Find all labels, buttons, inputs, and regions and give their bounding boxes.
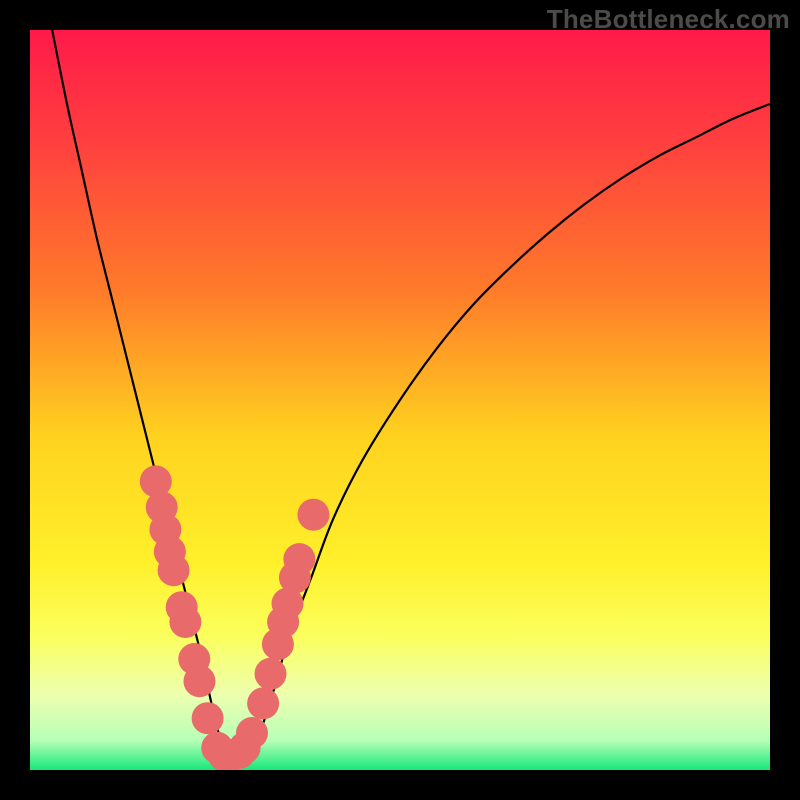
data-marker <box>192 702 224 734</box>
plot-area <box>30 30 770 770</box>
data-marker <box>297 499 329 531</box>
outer-frame: TheBottleneck.com <box>0 0 800 800</box>
data-marker <box>247 687 279 719</box>
data-marker <box>255 658 287 690</box>
data-marker <box>169 606 201 638</box>
chart-svg <box>30 30 770 770</box>
data-marker <box>283 543 315 575</box>
data-marker <box>183 665 215 697</box>
data-marker <box>158 554 190 586</box>
data-marker <box>236 717 268 749</box>
